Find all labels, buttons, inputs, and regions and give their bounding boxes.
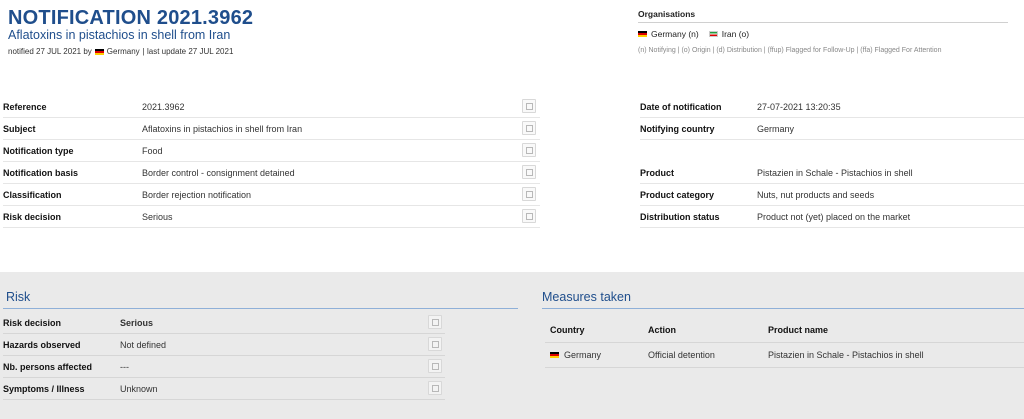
copy-icon[interactable] <box>522 121 536 135</box>
organisations-title: Organisations <box>638 9 1008 23</box>
copy-icon[interactable] <box>428 359 442 373</box>
detail-value: Border control - consignment detained <box>142 167 295 178</box>
detail-row-risk-decision: Risk decision Serious <box>3 206 540 228</box>
measure-country: Germany <box>564 350 602 360</box>
copy-icon[interactable] <box>522 99 536 113</box>
measures-divider <box>542 308 1024 309</box>
risk-value: Not defined <box>120 339 167 350</box>
risk-label: Nb. persons affected <box>3 361 93 372</box>
copy-icon[interactable] <box>522 187 536 201</box>
detail-value: Product not (yet) placed on the market <box>757 211 911 222</box>
risk-label: Risk decision <box>3 317 62 328</box>
column-header-product: Product name <box>768 325 829 335</box>
risk-value: --- <box>120 361 129 372</box>
detail-row-reference: Reference 2021.3962 <box>3 96 540 118</box>
detail-row-notifying-country: Notifying country Germany <box>640 118 1024 140</box>
copy-icon[interactable] <box>522 209 536 223</box>
copy-icon[interactable] <box>428 381 442 395</box>
risk-label: Symptoms / Illness <box>3 383 85 394</box>
detail-row-date: Date of notification 27-07-2021 13:20:35 <box>640 96 1024 118</box>
copy-icon[interactable] <box>428 337 442 351</box>
page-title: NOTIFICATION 2021.3962 <box>8 7 254 29</box>
detail-value: Germany <box>757 123 795 134</box>
organisations-list: Germany (n) Iran (o) <box>638 29 1008 39</box>
detail-spacer <box>640 140 1024 162</box>
last-update: | last update 27 JUL 2021 <box>142 47 234 56</box>
detail-value: Border rejection notification <box>142 189 252 200</box>
detail-value: Serious <box>142 211 173 222</box>
table-row: Germany Official detention Pistazien in … <box>545 342 1024 368</box>
organisation-germany: Germany (n) <box>638 29 699 39</box>
detail-label: Notification basis <box>3 167 79 178</box>
risk-row-hazards: Hazards observed Not defined <box>3 334 445 356</box>
detail-label: Notifying country <box>640 123 715 134</box>
detail-value: 2021.3962 <box>142 101 185 112</box>
detail-value: Nuts, nut products and seeds <box>757 189 875 200</box>
details-right: Date of notification 27-07-2021 13:20:35… <box>640 96 1024 228</box>
measure-action: Official detention <box>648 350 715 360</box>
risk-row-symptoms: Symptoms / Illness Unknown <box>3 378 445 400</box>
column-header-action: Action <box>648 325 676 335</box>
germany-flag-icon <box>638 31 647 37</box>
detail-row-notification-type: Notification type Food <box>3 140 540 162</box>
detail-row-classification: Classification Border rejection notifica… <box>3 184 540 206</box>
detail-label: Distribution status <box>640 211 720 222</box>
organisations-legend: (n) Notifying | (o) Origin | (d) Distrib… <box>638 47 942 54</box>
risk-heading: Risk <box>6 290 31 304</box>
detail-value: 27-07-2021 13:20:35 <box>757 101 841 112</box>
detail-row-distribution-status: Distribution status Product not (yet) pl… <box>640 206 1024 228</box>
column-header-country: Country <box>550 325 585 335</box>
organisation-label: Iran (o) <box>721 29 750 39</box>
organisation-label: Germany (n) <box>651 29 699 39</box>
risk-value: Unknown <box>120 383 158 394</box>
detail-label: Classification <box>3 189 62 200</box>
copy-icon[interactable] <box>522 165 536 179</box>
notified-country: Germany <box>106 47 140 56</box>
measure-product: Pistazien in Schale - Pistachios in shel… <box>768 350 924 360</box>
measures-table: Country Action Product name Germany Offi… <box>545 318 1024 368</box>
measures-header-row: Country Action Product name <box>545 318 1024 342</box>
detail-label: Notification type <box>3 145 74 156</box>
detail-row-subject: Subject Aflatoxins in pistachios in shel… <box>3 118 540 140</box>
detail-row-product: Product Pistazien in Schale - Pistachios… <box>640 162 1024 184</box>
risk-row-decision: Risk decision Serious <box>3 312 445 334</box>
detail-label: Product category <box>640 189 715 200</box>
germany-flag-icon <box>550 352 559 358</box>
detail-label: Risk decision <box>3 211 62 222</box>
page-subtitle: Aflatoxins in pistachios in shell from I… <box>8 28 231 42</box>
detail-value: Food <box>142 145 163 156</box>
risk-divider <box>3 308 518 309</box>
detail-row-product-category: Product category Nuts, nut products and … <box>640 184 1024 206</box>
notification-meta: notified 27 JUL 2021 by Germany | last u… <box>8 47 233 56</box>
organisation-iran: Iran (o) <box>708 29 750 39</box>
detail-row-notification-basis: Notification basis Border control - cons… <box>3 162 540 184</box>
copy-icon[interactable] <box>522 143 536 157</box>
germany-flag-icon <box>94 48 104 55</box>
risk-value: Serious <box>120 317 154 328</box>
risk-table: Risk decision Serious Hazards observed N… <box>3 312 445 400</box>
notified-date: notified 27 JUL 2021 by <box>8 47 92 56</box>
measures-heading: Measures taken <box>542 290 631 304</box>
detail-value: Aflatoxins in pistachios in shell from I… <box>142 123 303 134</box>
detail-label: Date of notification <box>640 101 722 112</box>
risk-row-persons: Nb. persons affected --- <box>3 356 445 378</box>
detail-label: Reference <box>3 101 47 112</box>
detail-label: Product <box>640 167 675 178</box>
details-left: Reference 2021.3962 Subject Aflatoxins i… <box>3 96 540 228</box>
risk-label: Hazards observed <box>3 339 81 350</box>
detail-value: Pistazien in Schale - Pistachios in shel… <box>757 167 913 178</box>
detail-label: Subject <box>3 123 36 134</box>
copy-icon[interactable] <box>428 315 442 329</box>
measure-country-cell: Germany <box>550 350 601 360</box>
iran-flag-icon <box>708 31 718 37</box>
organisations-panel: Organisations Germany (n) Iran (o) (n) N… <box>638 9 1008 54</box>
